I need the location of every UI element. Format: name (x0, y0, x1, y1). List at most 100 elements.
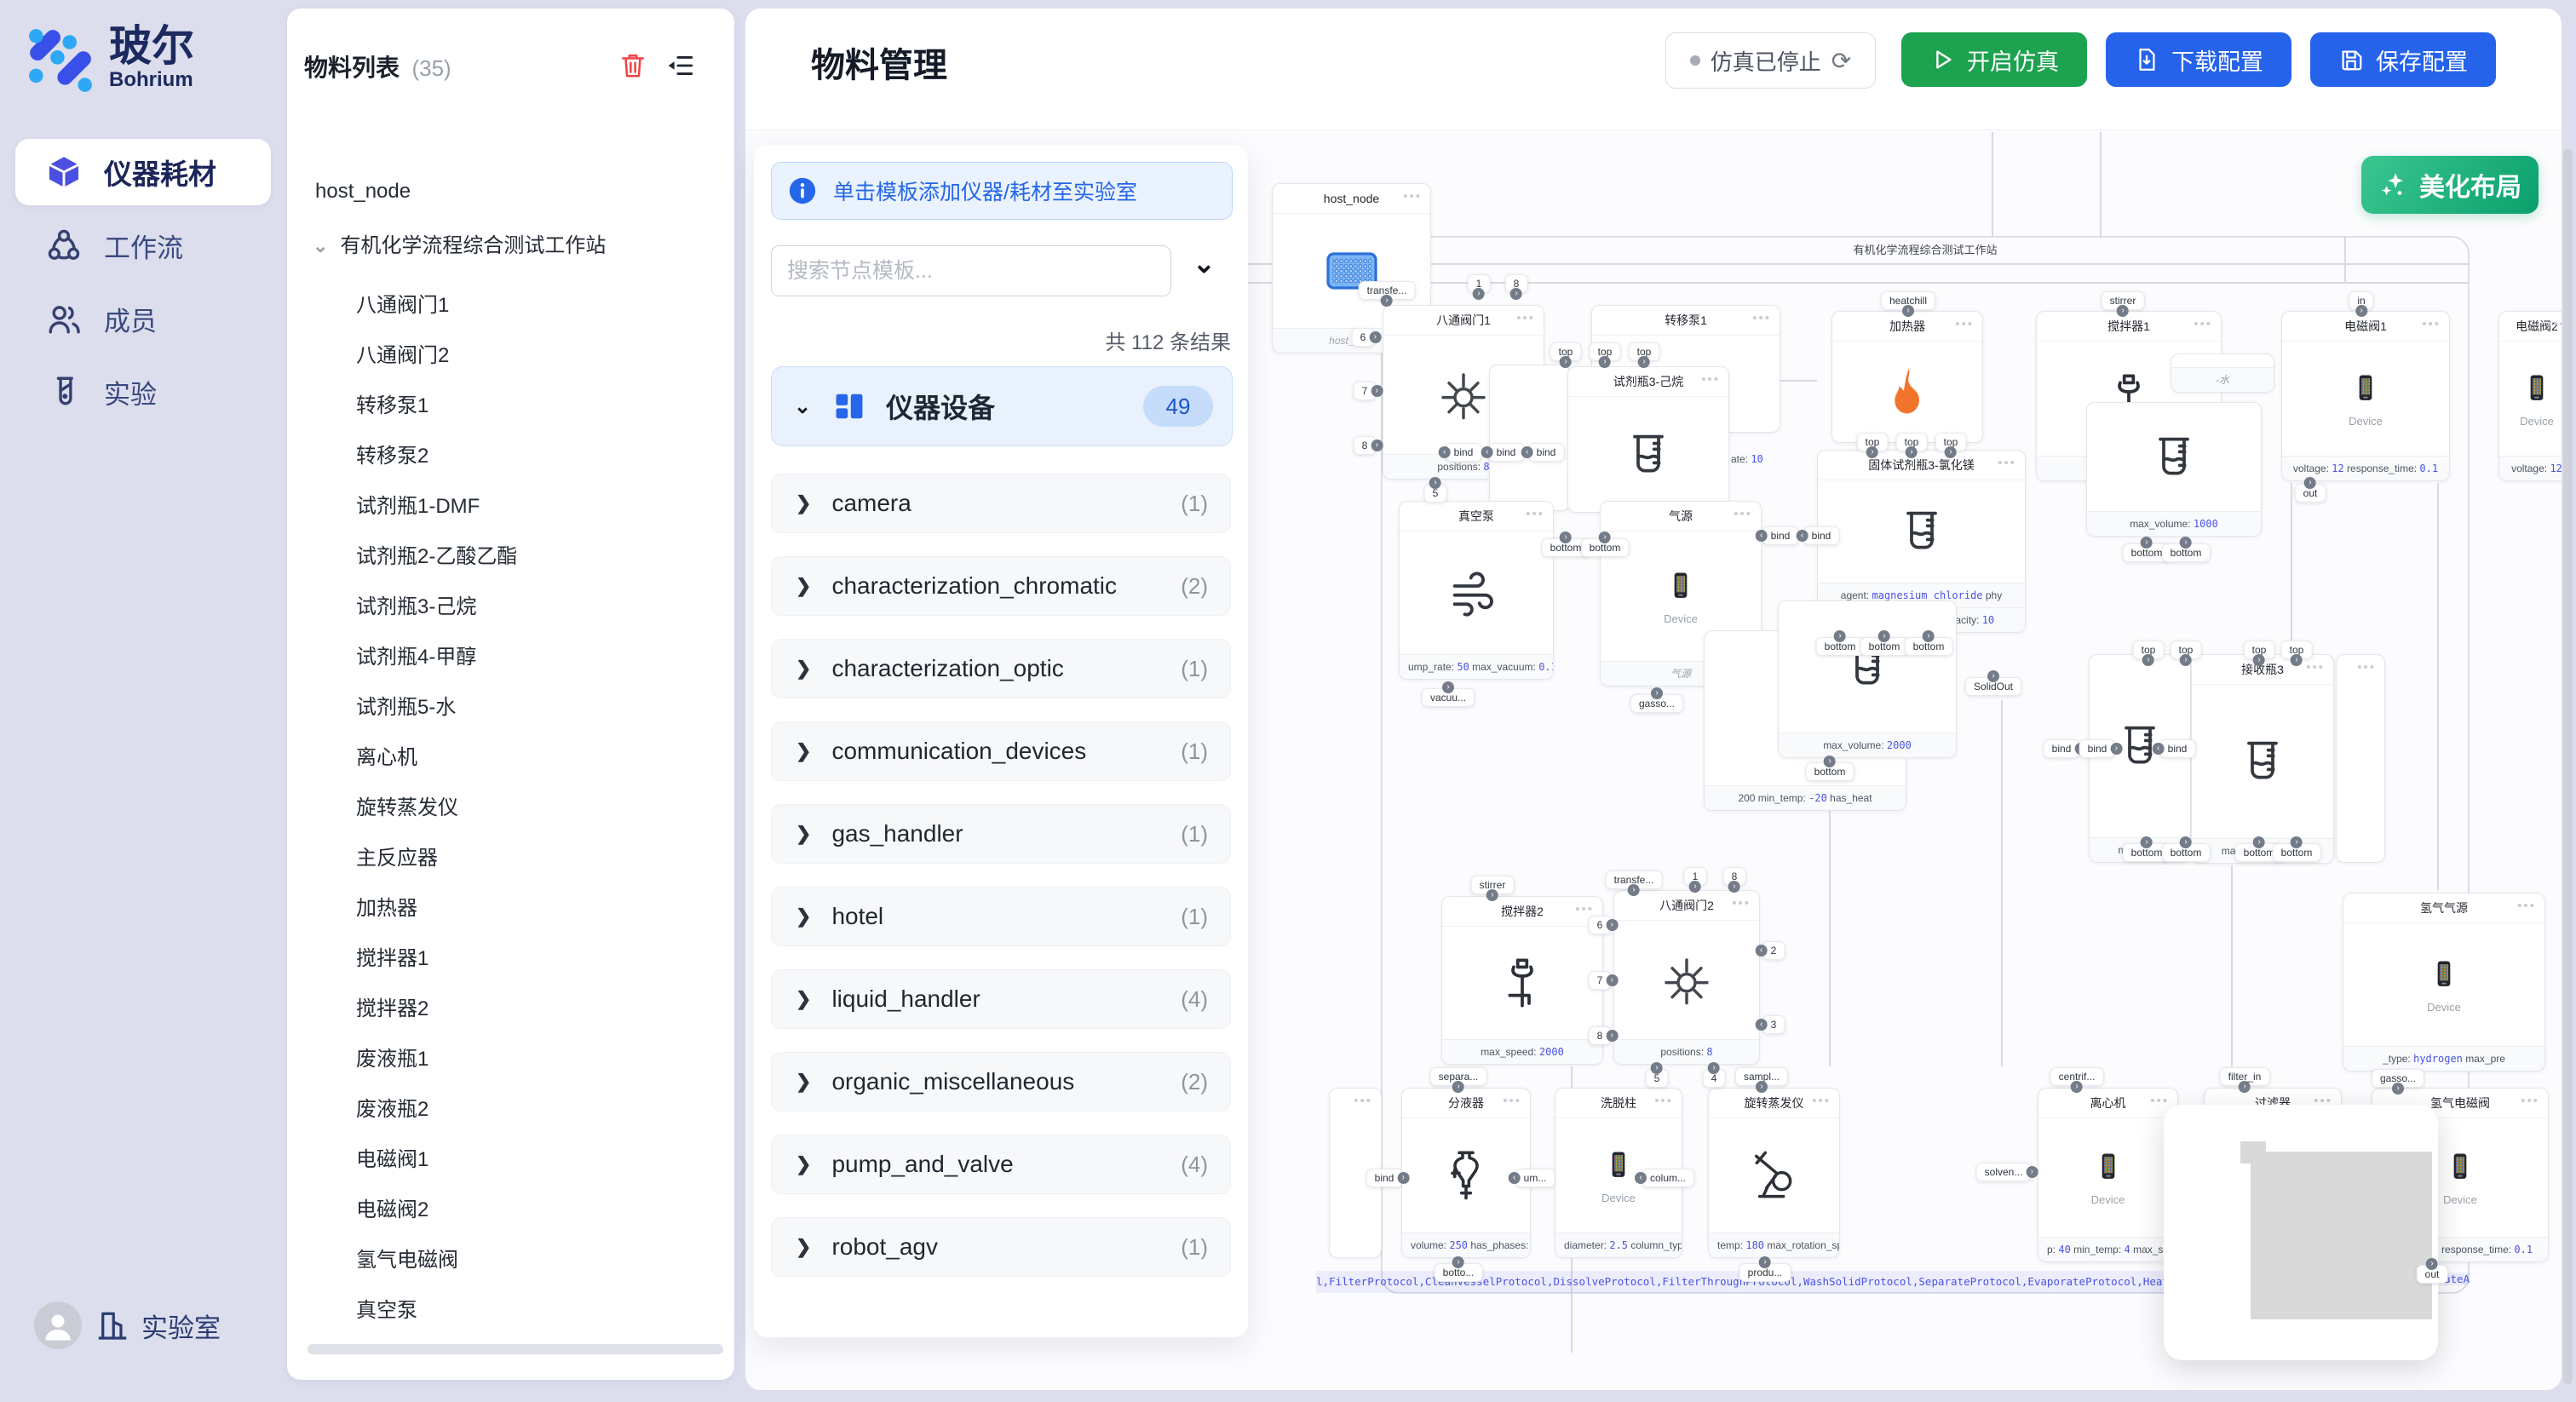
node-menu-icon[interactable]: ••• (1354, 1094, 1372, 1108)
tree-item[interactable]: 离心机 (356, 735, 417, 781)
port-handle-icon[interactable]: › (1442, 681, 1454, 693)
port-chip-7[interactable]: 7› (1589, 971, 1612, 990)
port-chip-botto[interactable]: botto...› (1435, 1263, 1483, 1282)
port-handle-icon[interactable]: › (1759, 1256, 1771, 1268)
canvas-node-氢气气源[interactable]: 氢气气源•••Device_type: hydrogen max_pre (2343, 893, 2545, 1072)
canvas-node-试剂瓶3-己烷[interactable]: 试剂瓶3-己烷••• (1567, 366, 1729, 513)
canvas-node-八通阀门2[interactable]: 八通阀门2•••positions: 8 (1613, 890, 1760, 1065)
node-menu-icon[interactable]: ••• (1503, 1094, 1521, 1108)
port-handle-icon[interactable]: › (1429, 477, 1441, 489)
port-chip-1[interactable]: 1› (1468, 274, 1491, 293)
port-handle-icon[interactable]: › (2291, 654, 2303, 666)
port-chip-in[interactable]: in› (2349, 291, 2373, 310)
port-handle-icon[interactable]: › (1923, 630, 1935, 642)
canvas-node-card[interactable] (1489, 365, 1570, 511)
palette-item-robot_agv[interactable]: ❯ robot_agv (1) (771, 1217, 1231, 1277)
port-handle-icon[interactable]: › (1606, 974, 1618, 986)
port-chip-8[interactable]: 8› (1505, 274, 1528, 293)
tree-item[interactable]: 八通阀门2 (356, 333, 449, 379)
palette-item-hotel[interactable]: ❯ hotel (1) (771, 887, 1231, 946)
port-handle-icon[interactable]: › (1371, 440, 1383, 451)
sidebar-item-flow[interactable]: 工作流 (15, 212, 271, 279)
node-menu-icon[interactable]: ••• (1575, 902, 1594, 916)
tree-item[interactable]: 试剂瓶5-水 (356, 685, 456, 731)
download-config-button[interactable]: 下载配置 (2106, 32, 2291, 87)
port-chip-top[interactable]: top› (1896, 433, 1928, 451)
port-chip-um[interactable]: um...‹ (1515, 1169, 1555, 1187)
port-handle-icon[interactable]: › (2180, 537, 2192, 549)
palette-item-gas_handler[interactable]: ❯ gas_handler (1) (771, 804, 1231, 864)
tree-item[interactable]: 主反应器 (356, 836, 438, 882)
port-handle-icon[interactable]: ‹ (2153, 743, 2165, 755)
port-handle-icon[interactable]: › (1473, 288, 1485, 300)
port-handle-icon[interactable]: › (2180, 654, 2192, 666)
node-menu-icon[interactable]: ••• (1734, 507, 1752, 521)
node-menu-icon[interactable]: ••• (2306, 660, 2325, 675)
port-chip-out[interactable]: out› (2417, 1265, 2448, 1284)
port-chip-sampl[interactable]: sampl...› (1735, 1067, 1788, 1086)
minimap[interactable] (2164, 1105, 2438, 1360)
port-handle-icon[interactable]: › (2239, 1081, 2251, 1093)
node-menu-icon[interactable]: ••• (1812, 1094, 1831, 1108)
port-handle-icon[interactable]: ‹ (1521, 446, 1533, 458)
tree-item[interactable]: 试剂瓶1-DMF (356, 484, 480, 530)
port-chip-out[interactable]: out› (2295, 484, 2326, 503)
node-menu-icon[interactable]: ••• (2521, 1094, 2539, 1108)
tree-item[interactable]: 转移泵2 (356, 434, 428, 480)
sidebar-item-tube[interactable]: 实验 (15, 359, 271, 425)
logo[interactable]: 玻尔 Bohrium (24, 24, 194, 97)
port-handle-icon[interactable]: › (1510, 288, 1522, 300)
port-handle-icon[interactable]: › (2026, 1166, 2038, 1178)
node-menu-icon[interactable]: ••• (1752, 311, 1771, 325)
port-handle-icon[interactable]: › (1987, 670, 1999, 682)
port-chip-3[interactable]: 3‹ (1762, 1015, 1785, 1034)
node-menu-icon[interactable]: ••• (1955, 317, 1974, 331)
tree-item[interactable]: 电磁阀2 (356, 1187, 428, 1233)
port-handle-icon[interactable]: › (1834, 630, 1846, 642)
tree-item[interactable]: 废液瓶2 (356, 1087, 428, 1133)
canvas-node-card[interactable]: max_volume: 1000 (2086, 402, 2262, 537)
port-chip-bind[interactable]: bind‹ (1528, 443, 1565, 462)
port-chip-bottom[interactable]: bottom› (1581, 538, 1630, 557)
port-handle-icon[interactable]: ‹ (1756, 530, 1768, 542)
port-chip-bottom[interactable]: bottom› (2273, 843, 2321, 862)
port-handle-icon[interactable]: › (1560, 531, 1572, 543)
port-chip-8[interactable]: 8› (1354, 436, 1377, 455)
port-chip-colum[interactable]: colum...‹ (1642, 1169, 1694, 1187)
simulation-status[interactable]: 仿真已停止 ⟳ (1665, 32, 1876, 89)
palette-item-organic_miscellaneous[interactable]: ❯ organic_miscellaneous (2) (771, 1052, 1231, 1112)
port-chip-filter_in[interactable]: filter_in› (2220, 1067, 2270, 1086)
port-chip-5[interactable]: 5› (1646, 1069, 1669, 1088)
port-handle-icon[interactable]: › (1599, 531, 1611, 543)
port-handle-icon[interactable]: › (1486, 889, 1498, 901)
palette-item-camera[interactable]: ❯ camera (1) (771, 474, 1231, 533)
port-handle-icon[interactable]: › (1902, 305, 1914, 317)
port-chip-gasso[interactable]: gasso...› (2372, 1069, 2424, 1088)
palette-item-pump_and_valve[interactable]: ❯ pump_and_valve (4) (771, 1135, 1231, 1194)
port-chip-stirrer[interactable]: stirrer› (1471, 876, 1515, 894)
tree-item[interactable]: 八通阀门1 (356, 283, 449, 329)
port-handle-icon[interactable]: ‹ (1756, 945, 1768, 957)
port-chip-vacuu[interactable]: vacuu...› (1422, 688, 1475, 707)
tree-item[interactable]: 试剂瓶4-甲醇 (356, 635, 476, 681)
tree-item-workstation[interactable]: ⌄有机化学流程综合测试工作站 (313, 223, 606, 269)
node-menu-icon[interactable]: ••• (1403, 189, 1422, 204)
port-chip-2[interactable]: 2‹ (1762, 941, 1785, 960)
port-chip-centrif[interactable]: centrif...› (2050, 1067, 2104, 1086)
port-chip-6[interactable]: 6› (1589, 916, 1612, 934)
port-handle-icon[interactable]: › (2392, 1083, 2404, 1095)
port-chip-bottom[interactable]: bottom› (1806, 762, 1854, 781)
port-chip-bottom[interactable]: bottom› (2162, 543, 2211, 562)
port-chip-solven[interactable]: solven...› (1976, 1163, 2032, 1181)
port-handle-icon[interactable]: › (1606, 919, 1618, 931)
avatar[interactable] (34, 1301, 82, 1349)
canvas-node-离心机[interactable]: 离心机•••Devicep: 40 min_temp: 4 max_spe (2038, 1088, 2178, 1262)
port-handle-icon[interactable]: › (1452, 1081, 1464, 1093)
collapse-panel-icon[interactable]: ⌄ (1193, 247, 1216, 279)
port-handle-icon[interactable]: › (1651, 1062, 1663, 1074)
node-menu-icon[interactable]: ••• (2150, 1094, 2169, 1108)
lab-entry[interactable]: 实验室 (95, 1307, 221, 1345)
port-chip-top[interactable]: top› (2171, 641, 2202, 659)
port-chip-5[interactable]: 5› (1424, 484, 1447, 503)
node-menu-icon[interactable]: ••• (1998, 456, 2016, 470)
